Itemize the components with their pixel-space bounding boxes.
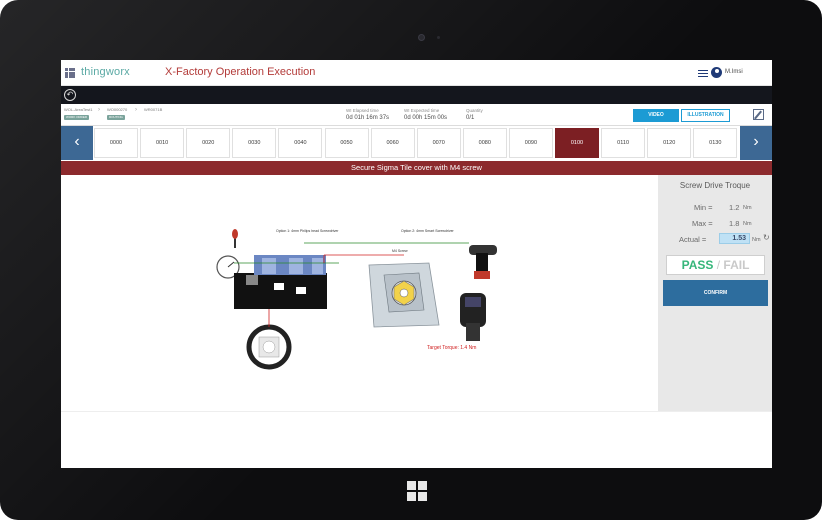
top-bar: thingworx X-Factory Operation Execution … [61,60,772,86]
min-unit: Nm [743,205,752,211]
step-0000[interactable]: 0000 [94,128,138,158]
breadcrumb-badge: WORK ORDER [64,115,89,120]
target-torque-label: Target Torque: 1.4 Nm [427,345,477,351]
pass-option[interactable]: PASS [682,258,714,272]
max-value: 1.8 [729,219,740,228]
illustration-button[interactable]: ILLUSTRATION [681,109,730,122]
next-step-button[interactable]: › [740,126,772,160]
app-screen: thingworx X-Factory Operation Execution … [61,60,772,468]
breadcrumb-item[interactable]: WO000270 [107,107,127,112]
quantity-value: 0/1 [466,115,475,121]
fail-option[interactable]: FAIL [723,258,749,272]
user-name[interactable]: M.Imsi [725,69,743,75]
video-button[interactable]: VIDEO [633,109,679,122]
actual-label: Actual = [679,235,707,244]
brand-logo: thingworx [81,66,130,78]
step-0130[interactable]: 0130 [693,128,738,158]
edit-icon[interactable] [753,109,764,120]
hamburger-menu-icon[interactable] [698,70,708,77]
elapsed-time-label: WI Elapsed time [346,108,379,113]
actual-value-input[interactable]: 1.53 [719,233,750,244]
screw-drive-panel: Screw Drive Troque Min = 1.2 Nm Max = 1.… [658,175,772,411]
instruction-banner: Secure Sigma Tile cover with M4 screw [61,161,772,175]
step-0040[interactable]: 0040 [278,128,323,158]
m4-screw-label: M4 Screw [392,249,408,253]
breadcrumb-badge: ROUTING [107,115,125,120]
pass-fail-toggle[interactable]: PASS / FAIL [666,255,765,275]
back-icon[interactable]: ↶ [64,89,76,101]
option2-label: Option 2: 4mm Smart Screwdriver [401,229,454,233]
step-0060[interactable]: 0060 [370,128,415,158]
step-0070[interactable]: 0070 [416,128,461,158]
expected-time-value: 0d 00h 15m 00s [404,115,448,121]
step-0120[interactable]: 0120 [647,128,692,158]
sensor-icon [437,36,440,39]
min-label: Min = [694,203,713,212]
step-0010[interactable]: 0010 [140,128,185,158]
elapsed-time-value: 0d 01h 16m 37s [346,115,390,121]
step-0110[interactable]: 0110 [601,128,646,158]
app-grid-icon[interactable] [65,68,75,78]
breadcrumb-separator-icon: › [98,107,100,113]
option1-label: Option 1: 4mm Philips head Screwdriver [276,229,339,233]
info-bar: WOL-AreaTest1 WORK ORDER › WO000270 ROUT… [61,104,772,126]
step-0050[interactable]: 0050 [324,128,369,158]
windows-logo-icon[interactable] [407,481,427,501]
step-0080[interactable]: 0080 [462,128,507,158]
max-unit: Nm [743,221,752,227]
step-0100[interactable]: 0100 [555,128,599,158]
breadcrumb-item[interactable]: WOL-AreaTest1 [64,107,92,112]
camera-icon [418,34,425,41]
pass-fail-separator: / [716,258,721,272]
content-footer-area [61,411,772,468]
min-value: 1.2 [729,203,740,212]
quantity-label: Quantity [466,108,483,113]
step-bar: ‹ 0000 0010 0020 0030 0040 0050 0060 0070 0080 00… [61,126,772,160]
tablet-device: thingworx X-Factory Operation Execution … [0,0,822,520]
actual-unit: Nm [752,237,761,243]
breadcrumb-separator-icon: › [135,107,137,113]
step-0020[interactable]: 0020 [186,128,231,158]
step-0030[interactable]: 0030 [232,128,277,158]
page-title: X-Factory Operation Execution [165,66,316,78]
panel-title: Screw Drive Troque [679,181,751,190]
max-label: Max = [692,219,713,228]
prev-step-button[interactable]: ‹ [61,126,93,160]
breadcrumb-item[interactable]: WR0071B [144,107,162,112]
refresh-icon[interactable]: ↻ [763,233,770,242]
nav-bar: ↶ [61,86,772,104]
confirm-button[interactable]: CONFIRM [663,280,768,306]
step-0090[interactable]: 0090 [508,128,553,158]
user-avatar-icon[interactable] [711,67,722,78]
expected-time-label: WI Expected time [404,108,440,113]
